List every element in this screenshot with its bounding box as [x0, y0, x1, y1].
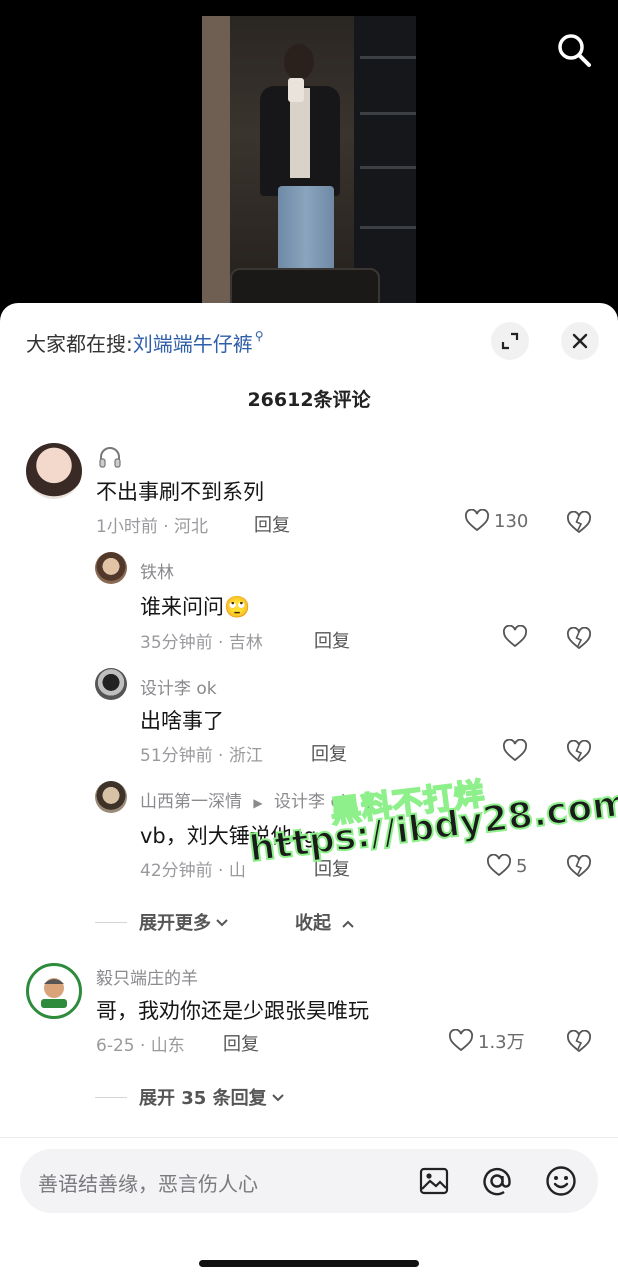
- chevron-down-icon: [271, 1087, 285, 1108]
- broken-heart-icon: [567, 854, 591, 878]
- mention-icon[interactable]: [479, 1163, 515, 1199]
- reply-to-arrow-icon: ▶: [253, 796, 263, 810]
- reply-text: 出啥事了: [140, 709, 224, 733]
- headphones-icon: [97, 445, 123, 473]
- like-button[interactable]: [502, 625, 532, 649]
- image-icon[interactable]: [416, 1163, 452, 1199]
- divider-line: [95, 921, 127, 923]
- like-button[interactable]: [502, 739, 532, 763]
- search-icon[interactable]: [554, 30, 594, 70]
- heart-icon: [465, 509, 489, 532]
- search-small-icon: ⚲: [254, 329, 264, 343]
- like-count: 1.3万: [478, 1032, 525, 1053]
- comment-text: 哥，我劝你还是少跟张昊唯玩: [96, 999, 369, 1023]
- chevron-up-icon: [341, 913, 355, 934]
- comment-meta: 6-25 · 山东: [96, 1036, 185, 1056]
- divider-line: [95, 1096, 127, 1098]
- avatar[interactable]: [95, 668, 127, 700]
- dislike-button[interactable]: [566, 510, 592, 539]
- dislike-button[interactable]: [566, 626, 592, 655]
- avatar[interactable]: [95, 552, 127, 584]
- comment-input-placeholder: 善语结善缘，恶言伤人心: [38, 1172, 258, 1196]
- broken-heart-icon: [567, 1029, 591, 1053]
- heart-icon: [503, 739, 527, 762]
- close-button[interactable]: [561, 322, 599, 360]
- chevron-down-icon: [215, 912, 229, 933]
- expand-icon: [501, 332, 519, 350]
- video-player[interactable]: [0, 0, 618, 310]
- like-button[interactable]: 5: [486, 854, 527, 878]
- broken-heart-icon: [567, 739, 591, 763]
- reply-button[interactable]: 回复: [254, 511, 290, 537]
- reply-button[interactable]: 回复: [311, 740, 347, 766]
- broken-heart-icon: [567, 510, 591, 534]
- dislike-button[interactable]: [566, 739, 592, 768]
- close-icon: [572, 333, 588, 349]
- heart-icon: [503, 625, 527, 648]
- like-button[interactable]: 1.3万: [448, 1028, 525, 1054]
- comment-input[interactable]: 善语结善缘，恶言伤人心: [20, 1149, 598, 1213]
- reply-text: 谁来问问🙄: [140, 595, 251, 619]
- input-divider: [0, 1137, 618, 1138]
- reply-meta: 35分钟前 · 吉林: [140, 633, 263, 653]
- avatar[interactable]: [95, 781, 127, 813]
- trending-search-keyword[interactable]: 刘端端牛仔裤: [133, 328, 253, 357]
- trending-search[interactable]: 大家都在搜: 刘端端牛仔裤 ⚲: [26, 327, 264, 357]
- dislike-button[interactable]: [566, 1029, 592, 1058]
- comment-meta: 1小时前 · 河北: [96, 517, 209, 537]
- comment-sheet: 大家都在搜: 刘端端牛仔裤 ⚲ 26612条评论 不出事刷不到系列 1小时前 ·…: [0, 303, 618, 1280]
- emoji-icon: 🙄: [224, 595, 251, 619]
- reply-meta: 42分钟前 · 山: [140, 861, 246, 881]
- avatar[interactable]: [26, 443, 82, 499]
- video-thumbnail: [202, 16, 416, 310]
- home-indicator[interactable]: [199, 1260, 419, 1267]
- like-button[interactable]: 130: [464, 509, 528, 533]
- comment-author[interactable]: 毅只端庄的羊: [96, 964, 198, 989]
- expand-replies-button[interactable]: 展开 35 条回复: [95, 1084, 285, 1110]
- broken-heart-icon: [567, 626, 591, 650]
- comment-text: 不出事刷不到系列: [96, 480, 264, 504]
- reply-button[interactable]: 回复: [223, 1030, 259, 1056]
- reply-button[interactable]: 回复: [314, 627, 350, 653]
- heart-icon: [449, 1029, 473, 1052]
- reply-author[interactable]: 设计李 ok: [140, 674, 217, 699]
- reply-author: 山西第一深情 ▶ 设计李 ok: [140, 792, 351, 812]
- comment-count: 26612条评论: [247, 389, 371, 411]
- like-count: 5: [516, 855, 528, 877]
- fullscreen-button[interactable]: [491, 322, 529, 360]
- collapse-button[interactable]: 收起: [295, 909, 355, 935]
- dislike-button[interactable]: [566, 854, 592, 883]
- like-count: 130: [494, 510, 529, 532]
- heart-icon: [487, 854, 511, 877]
- expand-more-button[interactable]: 展开更多: [95, 909, 229, 935]
- emoji-icon[interactable]: [543, 1163, 579, 1199]
- reply-author[interactable]: 铁林: [140, 558, 174, 583]
- reply-meta: 51分钟前 · 浙江: [140, 746, 263, 766]
- trending-search-prefix: 大家都在搜:: [26, 331, 133, 356]
- avatar[interactable]: [26, 963, 82, 1019]
